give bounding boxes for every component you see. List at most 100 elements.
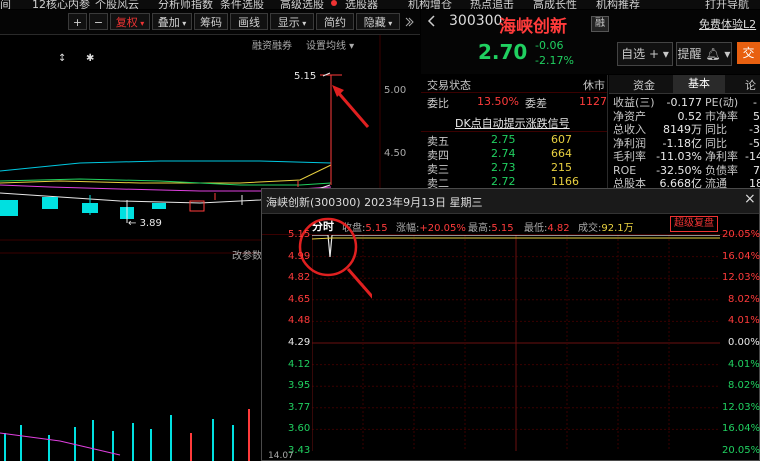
divider [421, 92, 607, 93]
menu-item[interactable]: 间 [0, 0, 11, 9]
ask-volume: 664 [551, 147, 572, 160]
overlay-label: 叠加 [157, 16, 180, 29]
menu-item[interactable]: 分析师指数 [158, 0, 213, 9]
metric-value: -11.03% [656, 150, 702, 163]
chart-toolbar: + − 复权 ▾ 叠加 ▾ 筹码 画线 显示 ▾ 简约 隐藏 ▾ [0, 10, 420, 35]
percent-tick: 20.05% [722, 445, 760, 456]
metric-label: 市净率 [705, 109, 738, 123]
list-item[interactable]: 卖三 2.73 215 [421, 161, 607, 176]
fundamentals-table: 收益(三) -0.177 PE(动) - 净资产 0.52 市净率 5 总收入 8149万 同比… [609, 96, 760, 191]
ask-volume: 1166 [551, 175, 579, 188]
percent-tick: 4.01% [728, 315, 760, 327]
menu-item[interactable]: 打开导航 [705, 0, 749, 9]
menu-item[interactable]: 热点追击 [470, 0, 514, 9]
trial-link[interactable]: 免费体验L2 [699, 16, 756, 32]
ask-price: 2.73 [491, 161, 516, 174]
price-tick: 3.77 [288, 401, 311, 413]
stock-name: 海峡创新 [499, 17, 567, 37]
caret-down-icon: ▾ [179, 19, 187, 28]
panel-toggle-icon[interactable] [404, 15, 414, 29]
divider [421, 131, 607, 132]
metric-value: -3 [749, 123, 760, 136]
ask-list: 卖五 2.75 607 卖四 2.74 664 卖三 2.73 215 卖二 2… [421, 133, 607, 190]
hide-label: 隐藏 [363, 16, 386, 29]
zoom-out-button[interactable]: − [89, 13, 108, 30]
metric-label: 总收入 [613, 123, 646, 136]
watchlist-label: 自选 [621, 47, 646, 61]
percent-tick: 16.04% [722, 423, 760, 435]
menu-item[interactable]: 机构增仓 [408, 0, 452, 9]
percent-tick: 12.03% [722, 272, 760, 284]
percent-tick: 16.04% [722, 250, 760, 262]
stock-price: 2.70 [478, 40, 528, 64]
table-row: 收益(三) -0.177 PE(动) - [609, 96, 760, 110]
menu-item[interactable]: 机构推荐 [596, 0, 640, 9]
plus-icon: + ▾ [645, 47, 669, 61]
hide-button[interactable]: 隐藏 ▾ [356, 13, 400, 30]
super-replay-button[interactable]: 超级复盘 [670, 216, 718, 232]
table-row: ROE -32.50% 负债率 7 [609, 164, 760, 178]
stock-change: -0.06 [535, 39, 564, 52]
price-axis: 5.15 4.99 4.82 4.65 4.48 4.29 4.12 3.95 … [262, 229, 310, 459]
display-button[interactable]: 显示 ▾ [270, 13, 314, 30]
low-label-text: 最低 [524, 223, 544, 234]
alert-button[interactable]: 提醒 🔔︎ ▾ [676, 42, 732, 66]
list-item[interactable]: 卖四 2.74 664 [421, 147, 607, 162]
chips-button[interactable]: 筹码 [194, 13, 228, 30]
tab-discuss[interactable]: 论 [745, 77, 756, 93]
volume-label-text: 成交 [578, 223, 598, 234]
change-label: 涨幅:+20.05% [396, 223, 466, 234]
intraday-chart [312, 235, 720, 451]
menu-item[interactable]: 条件选股 [220, 0, 264, 9]
price-tick: 4.12 [288, 358, 311, 370]
menu-item[interactable]: 高成长性 [533, 0, 577, 9]
menu-item[interactable]: 选股器 [345, 0, 378, 9]
metric-value: 8149万 [663, 123, 702, 136]
weibi-value: 13.50% [477, 95, 519, 108]
annotation-arrow-icon [332, 85, 370, 128]
trade-button[interactable]: 交 [737, 42, 760, 64]
caret-down-icon: ▾ [137, 19, 145, 28]
fuquan-button[interactable]: 复权 ▾ [110, 13, 150, 30]
simple-button[interactable]: 简约 [316, 13, 354, 30]
display-label: 显示 [277, 16, 300, 29]
menu-item[interactable]: 个股风云 [95, 0, 139, 9]
fundamentals-tabs: 资金 基本 论 [609, 75, 760, 94]
change-value: +20.05% [419, 223, 466, 234]
fundamentals-panel: 资金 基本 论 收益(三) -0.177 PE(动) - 净资产 0.52 市净率 5 总收… [609, 75, 760, 195]
weicha-label: 委差 [525, 97, 547, 110]
alert-label: 提醒 [677, 47, 702, 61]
ask-volume: 607 [551, 133, 572, 146]
percent-tick: 8.02% [728, 293, 760, 305]
table-row: 净利润 -1.18亿 同比 -5 [609, 137, 760, 151]
tab-basic[interactable]: 基本 [673, 75, 725, 93]
menu-item[interactable]: 高级选股 [280, 0, 324, 9]
metric-value: -5 [749, 136, 760, 150]
tab-funds[interactable]: 资金 [633, 77, 655, 93]
edit-params-link[interactable]: 改参数 [232, 247, 262, 262]
overlay-button[interactable]: 叠加 ▾ [152, 13, 192, 30]
metric-label: 净利率 [705, 150, 738, 163]
add-watchlist-button[interactable]: 自选 + ▾ [617, 42, 673, 66]
stock-code: 300300 [449, 13, 503, 29]
list-item[interactable]: 卖二 2.72 1166 [421, 175, 607, 190]
ask-price: 2.74 [491, 147, 516, 160]
draw-line-button[interactable]: 画线 [230, 13, 268, 30]
close-icon[interactable]: × [744, 191, 756, 207]
grid [312, 235, 720, 451]
popup-titlebar[interactable]: 海峡创新(300300) 2023年9月13日 星期三 × [262, 189, 759, 214]
dk-signal-link[interactable]: DK点自动提示涨跌信号 [455, 115, 570, 131]
metric-label: PE(动) [705, 96, 739, 109]
margin-badge: 融 [591, 16, 609, 32]
zoom-in-button[interactable]: + [68, 13, 87, 30]
price-tick: 5.15 [288, 229, 311, 240]
stock-header: 300300 海峡创新 融 免费体验L2 2.70 -0.06 -2.17% 自… [421, 10, 760, 74]
metric-value: 5 [753, 109, 760, 123]
menu-item[interactable]: 12核心内参 [32, 0, 90, 9]
list-item[interactable]: 卖五 2.75 607 [421, 133, 607, 148]
back-icon[interactable] [425, 14, 439, 28]
percent-tick: 0.00% [728, 337, 760, 348]
metric-label: 同比 [705, 123, 727, 136]
low-price-label: ← 3.89 [128, 218, 162, 229]
percent-axis: 20.05% 16.04% 12.03% 8.02% 4.01% 0.00% 4… [722, 229, 760, 459]
